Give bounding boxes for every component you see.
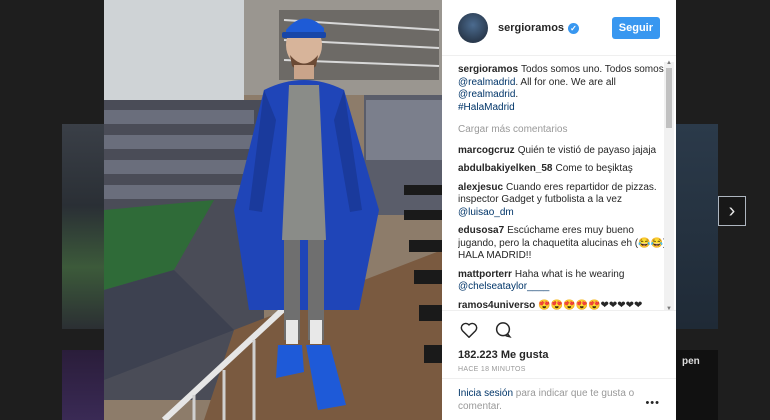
post-info-panel: sergioramos ✓ Seguir sergioramos Todos som… bbox=[442, 0, 676, 420]
next-post-button[interactable]: › bbox=[718, 196, 746, 226]
post-actions: 182.223 Me gusta HACE 18 MINUTOS bbox=[442, 310, 676, 373]
caption-mention[interactable]: @realmadrid bbox=[458, 77, 515, 88]
comment-text: Quién te vistió de payaso jajaja bbox=[517, 144, 657, 156]
chevron-right-icon: › bbox=[728, 199, 736, 222]
comment-item: marcogcruz Quién te vistió de payaso jaja… bbox=[458, 145, 668, 158]
comment-item: ramos4universo 😍😍😍😍😍❤❤❤❤❤ bbox=[458, 300, 668, 311]
comment-item: abdulbakiyelken_58 Come to beşiktaş bbox=[458, 163, 668, 176]
scroll-thumb[interactable] bbox=[666, 68, 672, 128]
background-thumbnail-right bbox=[676, 124, 718, 329]
scroll-up-icon[interactable]: ▲ bbox=[665, 60, 673, 66]
comment-username[interactable]: abdulbakiyelken_58 bbox=[458, 163, 553, 174]
post-photo bbox=[104, 0, 442, 420]
comment-item: edusosa7 Escúchame eres muy bueno jugando… bbox=[458, 225, 668, 263]
verified-icon: ✓ bbox=[568, 22, 580, 34]
caption-text: . bbox=[515, 89, 519, 100]
caption-text: Todos somos uno. Todos somos bbox=[521, 64, 664, 75]
comment-item: mattporterr Haha what is he wearing @chel… bbox=[458, 269, 668, 294]
comment-mention[interactable]: @luisao_dm bbox=[458, 207, 514, 218]
heart-icon[interactable] bbox=[458, 319, 480, 341]
header-username[interactable]: sergioramos bbox=[498, 22, 564, 34]
login-link[interactable]: Inicia sesión bbox=[458, 388, 513, 399]
comment-username[interactable]: ramos4universo bbox=[458, 300, 535, 311]
comment-icon[interactable] bbox=[492, 319, 514, 341]
comment-username[interactable]: mattporterr bbox=[458, 269, 512, 280]
comment-text: Come to beşiktaş bbox=[555, 163, 633, 174]
comments-scrollbar[interactable]: ▲ ▼ bbox=[664, 60, 674, 312]
background-thumbnail-left-bottom bbox=[62, 350, 106, 420]
caption-username[interactable]: sergioramos bbox=[458, 64, 518, 75]
comments-list: sergioramos Todos somos uno. Todos somos … bbox=[458, 64, 668, 310]
post-photo-image bbox=[104, 0, 442, 420]
comment-text: 😍😍😍😍😍❤❤❤❤❤ bbox=[538, 299, 643, 311]
comment-username[interactable]: alexjesuc bbox=[458, 182, 503, 193]
load-more-comments[interactable]: Cargar más comentarios bbox=[458, 124, 668, 137]
comment-username[interactable]: edusosa7 bbox=[458, 225, 504, 236]
background-label: pen bbox=[682, 356, 700, 367]
caption-mention[interactable]: @realmadrid bbox=[458, 89, 515, 100]
caption: sergioramos Todos somos uno. Todos somos … bbox=[458, 64, 668, 114]
likes-count[interactable]: 182.223 Me gusta bbox=[458, 349, 660, 361]
follow-button[interactable]: Seguir bbox=[611, 16, 660, 39]
avatar[interactable] bbox=[458, 12, 488, 43]
comment-username[interactable]: marcogcruz bbox=[458, 145, 515, 156]
comment-item: alexjesuc Cuando eres repartidor de pizza… bbox=[458, 182, 668, 220]
background-thumbnail-left bbox=[62, 124, 106, 329]
background-thumbnail-right-bottom: pen bbox=[676, 350, 718, 420]
comment-text: Haha what is he wearing bbox=[514, 268, 625, 280]
comment-mention[interactable]: @chelseataylor____ bbox=[458, 281, 549, 292]
login-prompt: Inicia sesión para indicar que te gusta … bbox=[442, 378, 676, 420]
post-timestamp: HACE 18 MINUTOS bbox=[458, 366, 526, 373]
caption-hashtag[interactable]: #HalaMadrid bbox=[458, 102, 515, 113]
post-header: sergioramos ✓ Seguir bbox=[442, 0, 676, 56]
caption-text: . All for one. We are all bbox=[515, 76, 616, 88]
more-options-icon[interactable]: ••• bbox=[645, 397, 660, 410]
